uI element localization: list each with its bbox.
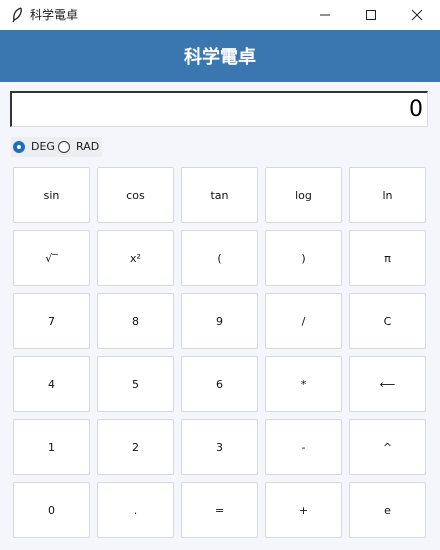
deg-radio-indicator — [13, 141, 25, 153]
key-4[interactable]: 4 — [13, 356, 90, 412]
key-8[interactable]: 8 — [97, 293, 174, 349]
rad-label: RAD — [76, 140, 100, 153]
key-equals[interactable]: = — [181, 482, 258, 538]
result-display[interactable]: 0 — [10, 91, 428, 127]
key-clear[interactable]: C — [349, 293, 426, 349]
key-7[interactable]: 7 — [13, 293, 90, 349]
key-decimal[interactable]: . — [97, 482, 174, 538]
key-open-paren[interactable]: ( — [181, 230, 258, 286]
key-plus[interactable]: + — [265, 482, 342, 538]
key-3[interactable]: 3 — [181, 419, 258, 475]
key-ln[interactable]: ln — [349, 167, 426, 223]
key-square[interactable]: x² — [97, 230, 174, 286]
maximize-icon — [366, 10, 376, 20]
key-divide[interactable]: / — [265, 293, 342, 349]
key-sin[interactable]: sin — [13, 167, 90, 223]
keypad: sin cos tan log ln √‾ x² ( ) π 7 8 9 / C… — [13, 167, 427, 538]
key-9[interactable]: 9 — [181, 293, 258, 349]
key-2[interactable]: 2 — [97, 419, 174, 475]
close-button[interactable] — [394, 0, 440, 30]
close-icon — [411, 9, 423, 21]
rad-radio-indicator — [58, 141, 70, 153]
key-power[interactable]: ^ — [349, 419, 426, 475]
deg-radio[interactable] — [13, 139, 29, 155]
deg-label: DEG — [31, 140, 55, 153]
minimize-icon — [320, 14, 330, 16]
key-1[interactable]: 1 — [13, 419, 90, 475]
key-backspace[interactable]: ⟵ — [349, 356, 426, 412]
key-pi[interactable]: π — [349, 230, 426, 286]
key-e[interactable]: e — [349, 482, 426, 538]
key-6[interactable]: 6 — [181, 356, 258, 412]
minimize-button[interactable] — [302, 0, 348, 30]
key-sqrt[interactable]: √‾ — [13, 230, 90, 286]
key-cos[interactable]: cos — [97, 167, 174, 223]
feather-icon — [12, 7, 22, 23]
app-header: 科学電卓 — [0, 30, 440, 82]
window-title: 科学電卓 — [30, 8, 79, 22]
key-close-paren[interactable]: ) — [265, 230, 342, 286]
display-value: 0 — [409, 97, 423, 122]
key-minus[interactable]: - — [265, 419, 342, 475]
window-titlebar: 科学電卓 — [0, 0, 440, 30]
app-title: 科学電卓 — [184, 47, 256, 68]
key-0[interactable]: 0 — [13, 482, 90, 538]
angle-mode-group: DEG RAD — [11, 137, 102, 157]
rad-radio[interactable] — [58, 139, 74, 155]
key-log[interactable]: log — [265, 167, 342, 223]
key-multiply[interactable]: * — [265, 356, 342, 412]
key-tan[interactable]: tan — [181, 167, 258, 223]
key-5[interactable]: 5 — [97, 356, 174, 412]
maximize-button[interactable] — [348, 0, 394, 30]
